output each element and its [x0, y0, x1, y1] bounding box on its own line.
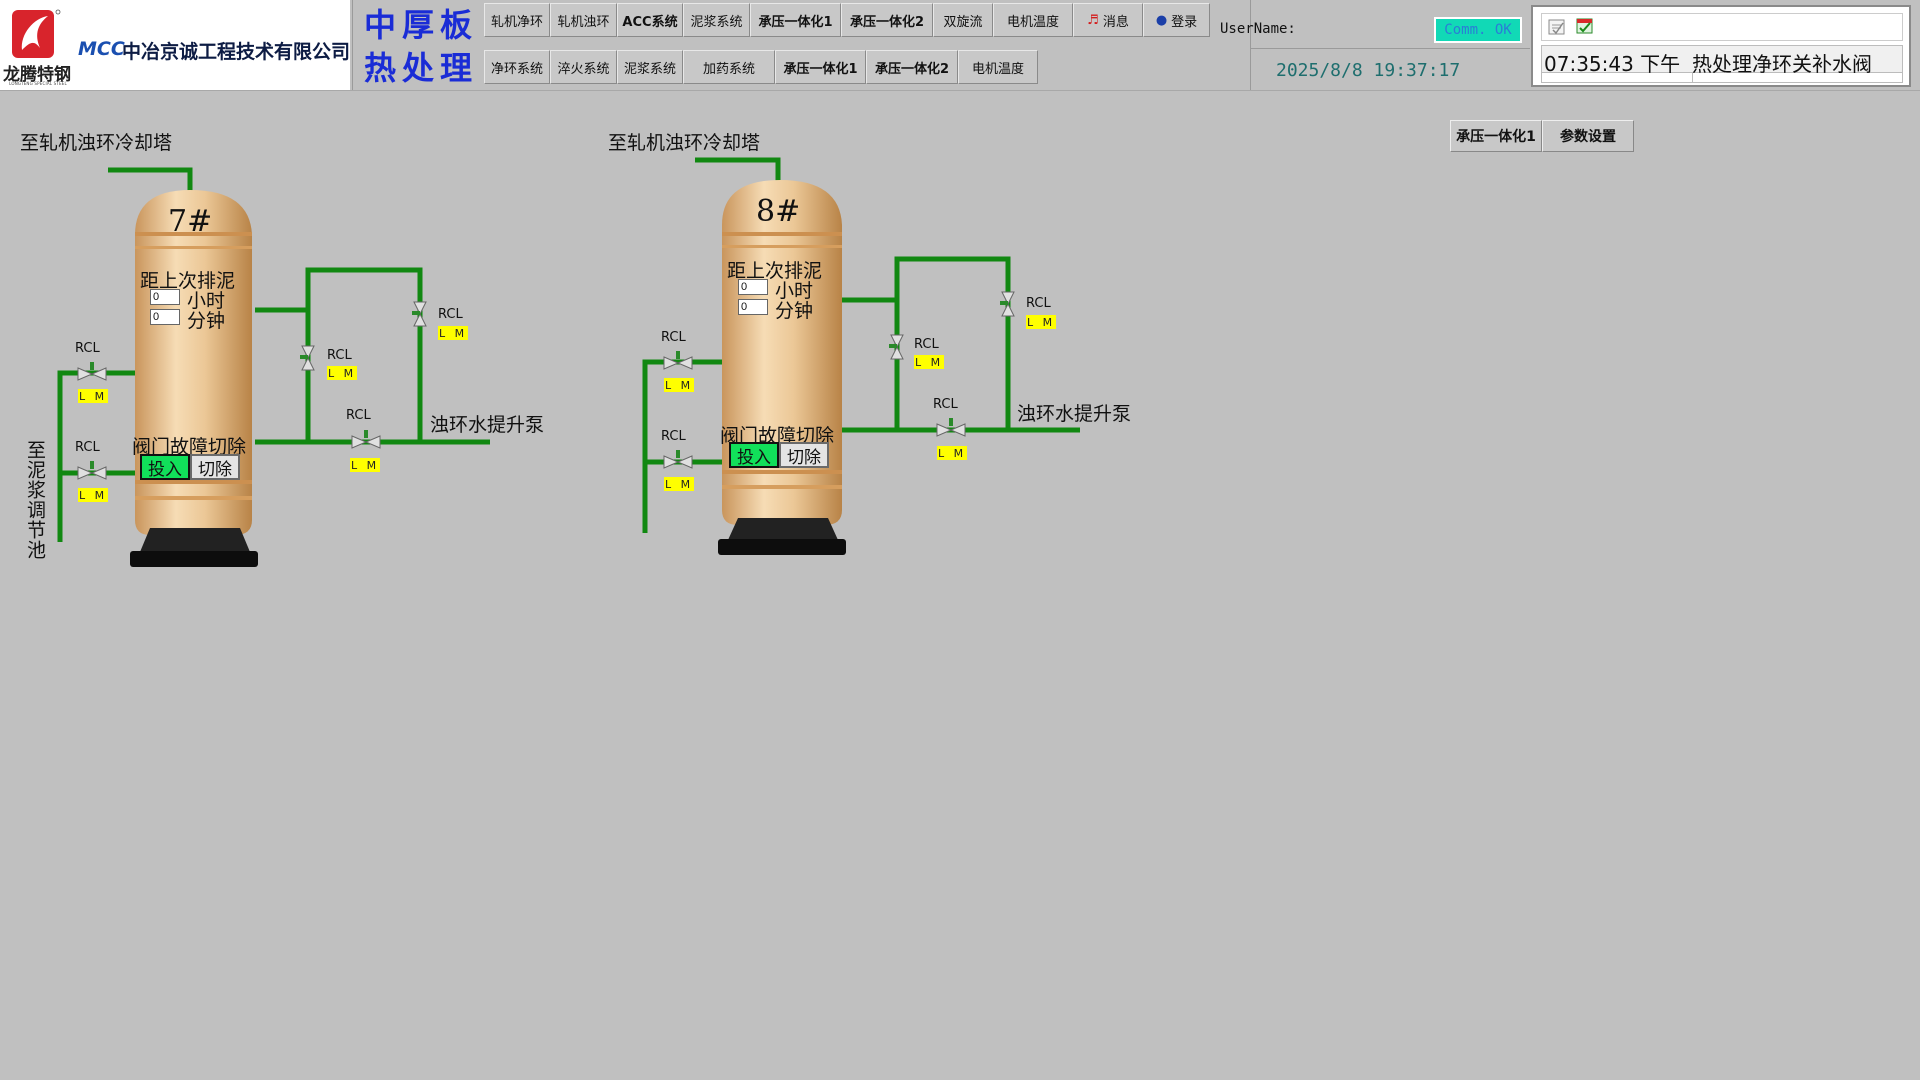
lm-badge[interactable]: L M [914, 355, 944, 369]
rcl-label: RCL [661, 330, 686, 345]
lm-badge[interactable]: L M [78, 488, 108, 502]
tank-7-title: 7# [168, 204, 213, 239]
to-cooling-tower-label-7: 至轧机浊环冷却塔 [20, 132, 173, 154]
tank-7-minutes-field[interactable]: 0 [150, 309, 180, 325]
tank-8-disable-button[interactable]: 切除 [779, 442, 829, 468]
tank-7-hours-field[interactable]: 0 [150, 289, 180, 305]
lm-badge[interactable]: L M [350, 458, 380, 472]
tank-8-pipes [642, 157, 1080, 533]
rcl-label: RCL [327, 348, 352, 363]
to-sludge-pool-label: 至泥浆调节池 [24, 440, 46, 560]
tank-7 [130, 190, 258, 567]
to-cooling-tower-label-8: 至轧机浊环冷却塔 [608, 132, 761, 154]
rcl-label: RCL [1026, 296, 1051, 311]
tank-8 [718, 180, 846, 555]
valve-icon[interactable] [412, 301, 427, 327]
tank-8-minutes-field[interactable]: 0 [738, 299, 768, 315]
rcl-label: RCL [914, 337, 939, 352]
tank-8-title: 8# [756, 194, 801, 229]
tank-7-disable-button[interactable]: 切除 [190, 454, 240, 480]
lm-badge[interactable]: L M [664, 378, 694, 392]
valve-icon[interactable] [889, 334, 904, 360]
lm-badge[interactable]: L M [1026, 315, 1056, 329]
lm-badge[interactable]: L M [937, 446, 967, 460]
rcl-label: RCL [661, 429, 686, 444]
valve-icon[interactable] [300, 345, 315, 371]
pump-label-7: 浊环水提升泵 [430, 414, 545, 436]
lm-badge[interactable]: L M [78, 389, 108, 403]
tank-8-hours-field[interactable]: 0 [738, 279, 768, 295]
pump-label-8: 浊环水提升泵 [1017, 403, 1132, 425]
valve-icon[interactable] [663, 450, 693, 469]
process-diagram [57, 157, 1080, 567]
tank-7-enable-button[interactable]: 投入 [140, 454, 190, 480]
valve-icon[interactable] [351, 430, 381, 449]
rcl-label: RCL [75, 440, 100, 455]
rcl-label: RCL [75, 341, 100, 356]
tank-8-minutes-unit: 分钟 [775, 300, 814, 322]
valve-icon[interactable] [936, 418, 966, 437]
tank-7-minutes-unit: 分钟 [187, 310, 226, 332]
tank-7-pipes [57, 167, 490, 542]
lm-badge[interactable]: L M [664, 477, 694, 491]
rcl-label: RCL [933, 397, 958, 412]
valve-icon[interactable] [1000, 291, 1015, 317]
lm-badge[interactable]: L M [438, 326, 468, 340]
tank-8-enable-button[interactable]: 投入 [729, 442, 779, 468]
valve-icon[interactable] [77, 461, 107, 480]
rcl-label: RCL [438, 307, 463, 322]
lm-badge[interactable]: L M [327, 366, 357, 380]
rcl-label: RCL [346, 408, 371, 423]
